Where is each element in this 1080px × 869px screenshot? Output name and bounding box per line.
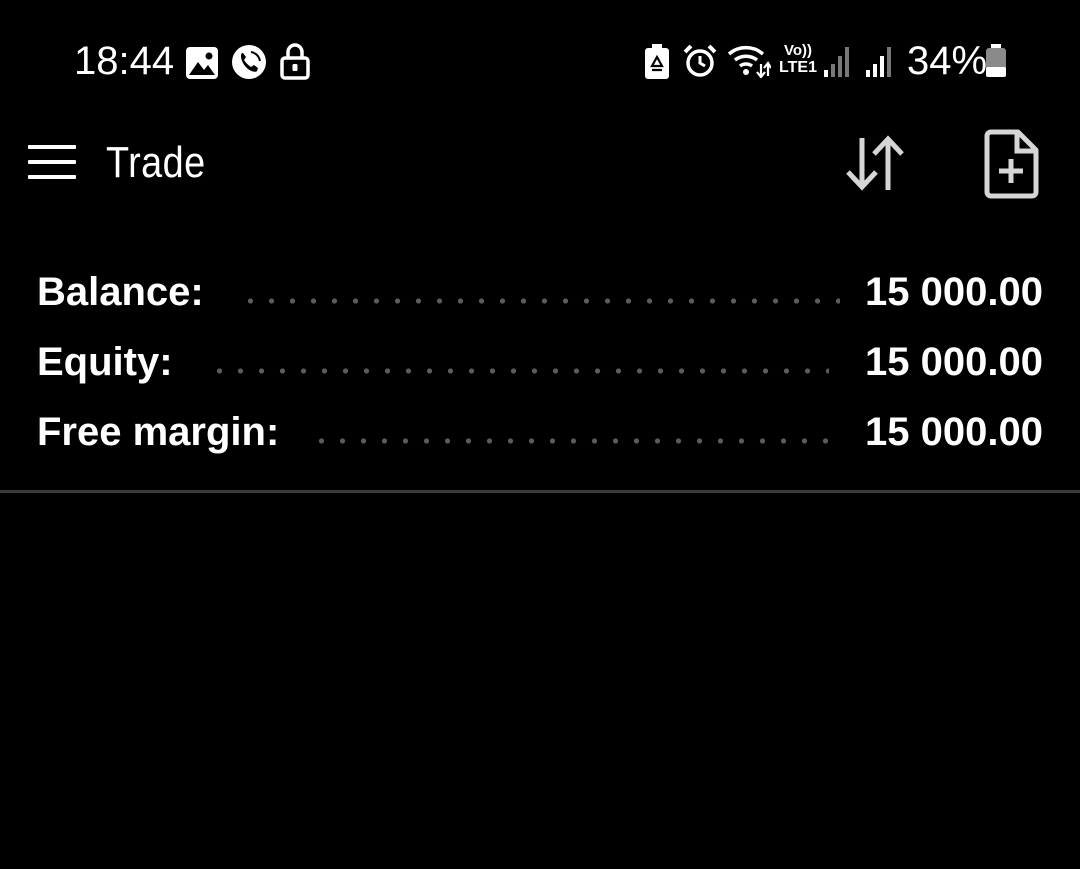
balance-value: 15 000.00 <box>865 270 1043 314</box>
alarm-icon <box>683 44 717 77</box>
hamburger-menu-icon-bar <box>28 145 76 149</box>
sort-arrows-icon <box>846 135 904 191</box>
signal-icon <box>866 47 891 77</box>
page-title: Trade <box>106 138 206 187</box>
balance-label: Balance: <box>37 270 204 314</box>
hamburger-menu-icon-bar <box>28 175 76 179</box>
volte-top-label: Vo)) <box>783 42 813 59</box>
equity-value: 15 000.00 <box>865 340 1043 384</box>
wifi-icon <box>727 46 771 78</box>
leader-dots <box>311 438 831 444</box>
leader-dots <box>240 298 840 304</box>
free-margin-row: Free margin: 15 000.00 <box>37 402 1043 464</box>
balance-row: Balance: 15 000.00 <box>37 262 1043 324</box>
battery-percent: 34% <box>907 39 988 83</box>
status-time: 18:44 <box>74 39 175 83</box>
volte-icon: Vo)) LTE1 <box>776 42 820 78</box>
viber-icon <box>232 45 266 79</box>
leader-dots <box>209 368 829 374</box>
volte-bottom-label: LTE1 <box>779 59 817 76</box>
battery-icon <box>986 44 1006 77</box>
file-plus-icon <box>984 129 1039 199</box>
divider <box>0 490 1080 493</box>
menu-button[interactable] <box>28 142 76 182</box>
lock-icon <box>280 43 310 80</box>
status-bar: 18:44 Vo)) LTE1 34% <box>0 0 1080 120</box>
battery-fill <box>986 67 1006 77</box>
battery-saver-icon <box>645 44 669 79</box>
hamburger-menu-icon-bar <box>28 160 76 164</box>
gallery-icon <box>186 47 218 79</box>
signal-weak-icon <box>824 47 849 77</box>
equity-row: Equity: 15 000.00 <box>37 332 1043 394</box>
app-bar: Trade <box>0 120 1080 210</box>
equity-label: Equity: <box>37 340 173 384</box>
new-order-button[interactable] <box>982 128 1042 200</box>
sort-button[interactable] <box>842 130 910 196</box>
free-margin-value: 15 000.00 <box>865 410 1043 454</box>
free-margin-label: Free margin: <box>37 410 280 454</box>
